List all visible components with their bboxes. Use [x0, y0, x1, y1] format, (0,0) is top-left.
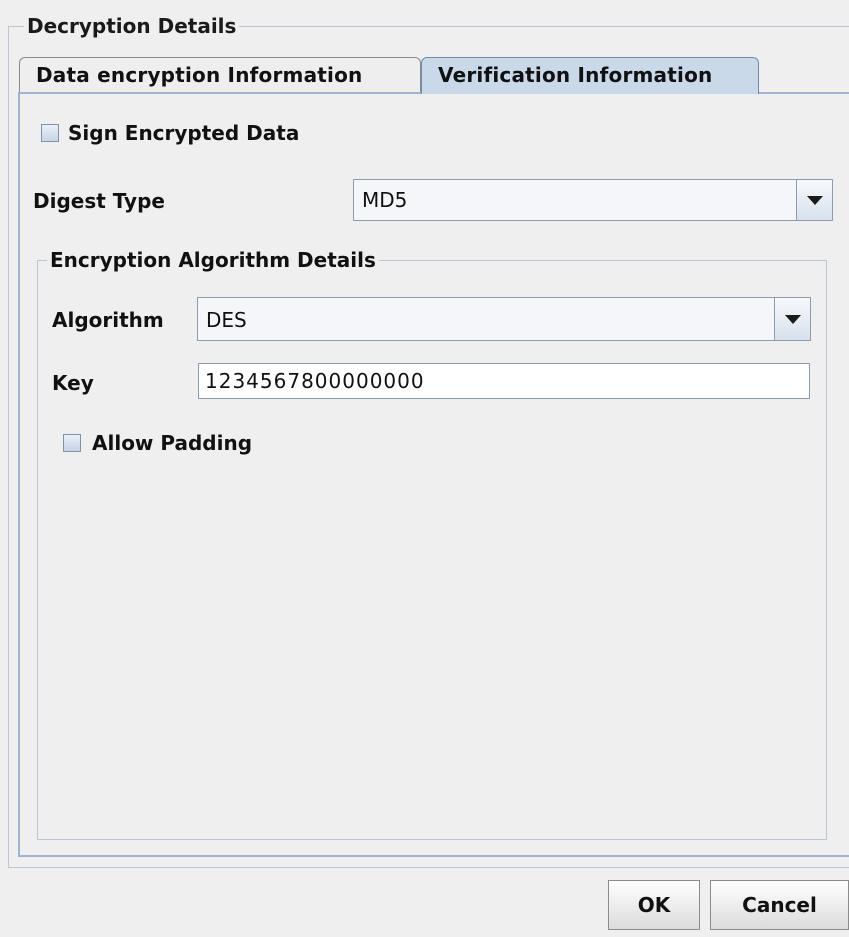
- digest-type-label: Digest Type: [33, 189, 165, 213]
- allow-padding-label: Allow Padding: [92, 431, 253, 455]
- cancel-button[interactable]: Cancel: [710, 880, 849, 930]
- ok-button[interactable]: OK: [608, 880, 700, 930]
- digest-type-value: MD5: [362, 188, 408, 212]
- algorithm-dropdown[interactable]: DES: [197, 297, 811, 341]
- group-title: Decryption Details: [24, 14, 240, 38]
- chevron-down-icon[interactable]: [774, 298, 810, 340]
- chevron-down-icon[interactable]: [796, 180, 832, 220]
- key-input[interactable]: 1234567800000000: [198, 363, 810, 399]
- digest-type-dropdown[interactable]: MD5: [353, 179, 833, 221]
- encryption-algorithm-details-group: [37, 260, 827, 840]
- algorithm-group-title: Encryption Algorithm Details: [47, 248, 379, 272]
- allow-padding-checkbox[interactable]: [63, 434, 81, 452]
- tab-verification-information[interactable]: Verification Information: [421, 57, 759, 94]
- sign-encrypted-data-checkbox[interactable]: [41, 124, 59, 142]
- decryption-dialog: Decryption Details Data encryption Infor…: [0, 0, 849, 937]
- tab-data-encryption-information[interactable]: Data encryption Information: [19, 57, 421, 93]
- algorithm-label: Algorithm: [52, 308, 164, 332]
- key-label: Key: [52, 371, 94, 395]
- sign-encrypted-data-label: Sign Encrypted Data: [68, 121, 300, 145]
- algorithm-value: DES: [206, 308, 247, 332]
